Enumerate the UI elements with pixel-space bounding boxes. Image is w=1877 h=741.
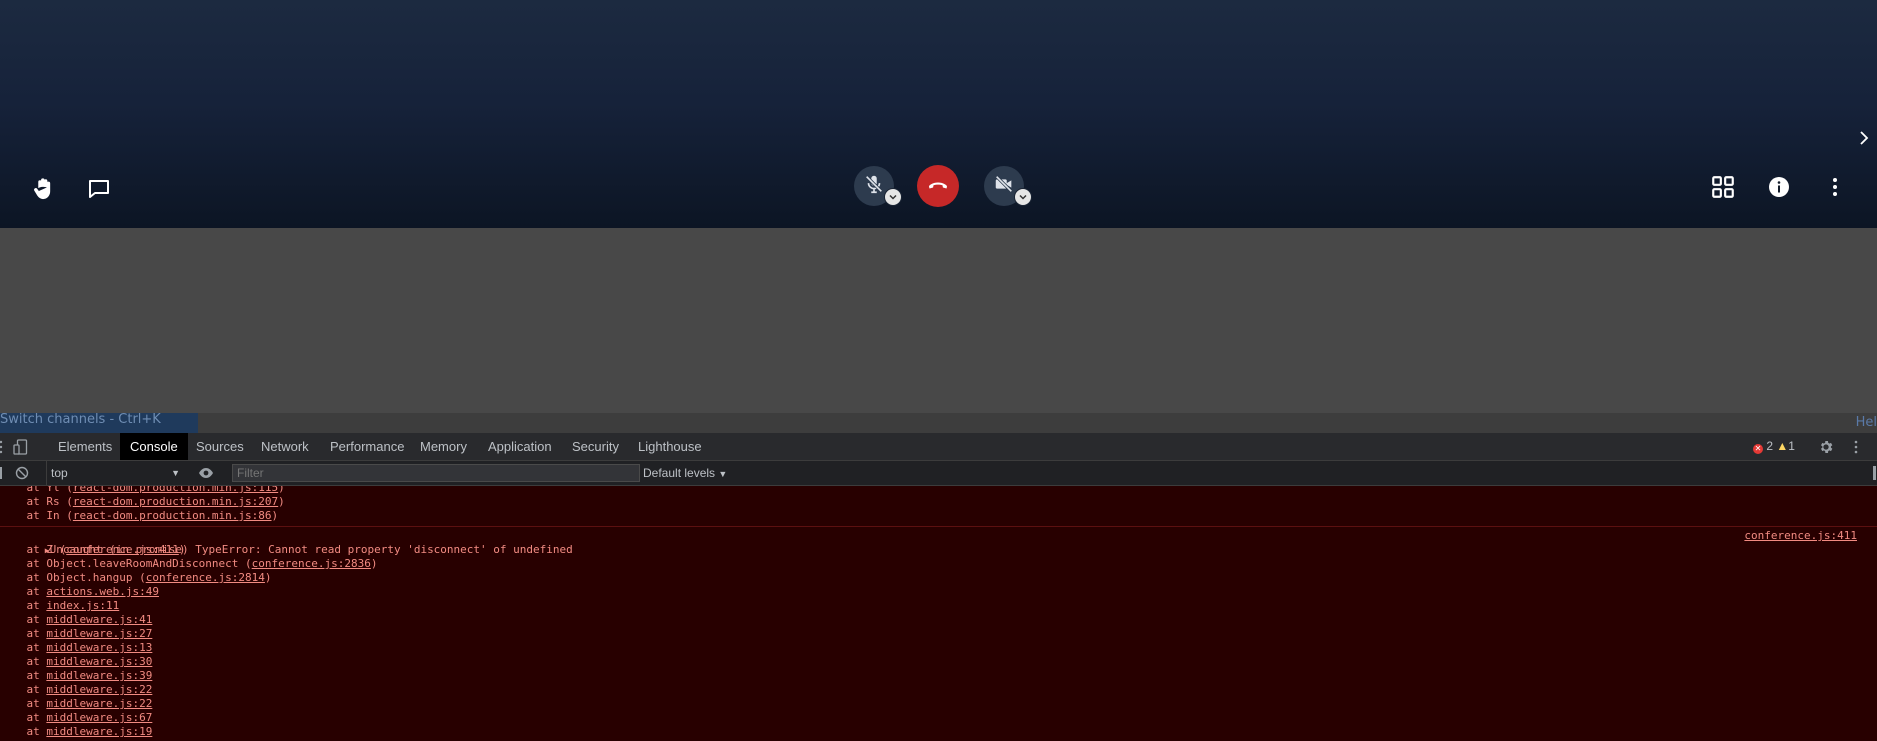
error-count: 2 [1766,439,1774,453]
switch-channels-hint: Switch channels - Ctrl+K [0,413,198,433]
source-link[interactable]: middleware.js:22 [46,697,152,710]
help-link[interactable]: Hel [1856,415,1877,430]
error-message[interactable]: ▶Uncaught (in promise) TypeError: Cannot… [0,529,573,556]
chevron-down-icon [889,194,897,200]
stack-line: at actions.web.js:49 [0,585,159,598]
source-link[interactable]: conference.js:2814 [146,571,265,584]
source-link[interactable]: conference.js:411 [66,543,179,556]
context-value: top [51,466,68,480]
eye-icon[interactable] [197,465,215,481]
tab-application[interactable]: Application [478,433,562,460]
source-link[interactable]: middleware.js:67 [46,711,152,724]
audio-options-button[interactable] [884,188,902,206]
drag-handle-icon[interactable] [0,439,4,455]
tab-elements[interactable]: Elements [48,433,122,460]
source-link[interactable]: middleware.js:27 [46,627,152,640]
stack-line: at Object.leaveRoomAndDisconnect (confer… [0,557,378,570]
console-filterbar: top ▼ Default levels ▼ [0,461,1877,486]
tab-lighthouse[interactable]: Lighthouse [628,433,712,460]
tab-security[interactable]: Security [562,433,629,460]
source-link[interactable]: middleware.js:39 [46,669,152,682]
console-filter-input[interactable] [232,464,640,482]
stack-line: at middleware.js:41 [0,613,153,626]
tab-performance[interactable]: Performance [320,433,414,460]
log-levels-value: Default levels [643,466,716,480]
stack-line: at Yl (react-dom.production.min.js:115) [0,486,284,495]
source-link[interactable]: conference.js:2836 [252,557,371,570]
stack-line: at middleware.js:30 [0,655,153,668]
device-toggle-icon[interactable] [12,438,32,456]
source-link[interactable]: middleware.js:22 [46,683,152,696]
tile-view-icon[interactable] [1707,171,1739,203]
info-icon[interactable] [1763,171,1795,203]
stack-line: at middleware.js:19 [0,725,153,738]
context-selector[interactable]: top ▼ [46,461,186,485]
hangup-icon [926,172,950,200]
error-icon: ✕ [1753,444,1763,454]
partial-overlay-strip: Switch channels - Ctrl+K Hel [0,413,1877,433]
error-source-link[interactable]: conference.js:411 [1744,529,1857,543]
devtools-panel: Elements Console Sources Network Perform… [0,433,1877,741]
stack-line: at Rs (react-dom.production.min.js:207) [0,495,285,508]
stack-line: at middleware.js:22 [0,697,153,710]
source-link[interactable]: index.js:11 [46,599,119,612]
console-output: at Yl (react-dom.production.min.js:115) … [0,486,1877,741]
stack-line: at index.js:11 [0,599,120,612]
console-settings-icon[interactable] [1873,466,1876,480]
issues-counter[interactable]: ✕ 2 ▲1 [1753,433,1795,460]
source-link[interactable]: middleware.js:13 [46,641,152,654]
warning-icon: ▲ [1776,439,1789,453]
devtools-more-icon[interactable] [1846,437,1866,457]
stack-line: at Object.hangup (conference.js:2814) [0,571,272,584]
source-link[interactable]: react-dom.production.min.js:86 [73,509,272,522]
source-link[interactable]: react-dom.production.min.js:207 [73,495,278,508]
call-area [0,0,1877,228]
stack-line: at middleware.js:39 [0,669,153,682]
tab-sources[interactable]: Sources [186,433,254,460]
sidebar-toggle-icon[interactable] [0,467,2,479]
log-levels-dropdown[interactable]: Default levels ▼ [643,461,727,485]
stack-line: at middleware.js:67 [0,711,153,724]
stack-line: at middleware.js:27 [0,627,153,640]
stack-line: at middleware.js:22 [0,683,153,696]
hangup-button[interactable] [917,165,959,207]
source-link[interactable]: react-dom.production.min.js:115 [73,486,278,494]
tab-network[interactable]: Network [251,433,319,460]
chevron-down-icon [1019,194,1027,200]
raise-hand-icon[interactable] [28,173,60,205]
camera-off-icon [993,173,1015,199]
chat-icon[interactable] [83,173,115,205]
video-options-button[interactable] [1014,188,1032,206]
devtools-tabbar: Elements Console Sources Network Perform… [0,433,1877,461]
stack-line: at Z (conference.js:411) [0,543,186,556]
clear-console-icon[interactable] [14,465,30,481]
stack-line: at In (react-dom.production.min.js:86) [0,509,279,522]
settings-gear-icon[interactable] [1816,437,1836,457]
source-link[interactable]: actions.web.js:49 [46,585,159,598]
source-link[interactable]: middleware.js:30 [46,655,152,668]
stack-line: at middleware.js:13 [0,641,153,654]
source-link[interactable]: middleware.js:41 [46,613,152,626]
dropdown-arrow-icon: ▼ [718,469,728,479]
tab-memory[interactable]: Memory [410,433,477,460]
more-icon[interactable] [1819,171,1851,203]
tab-console[interactable]: Console [120,433,188,460]
warning-count: 1 [1788,439,1795,453]
participant-area [0,228,1877,413]
chevron-right-icon[interactable] [1856,128,1872,148]
message-separator [0,526,1877,527]
dropdown-arrow-icon: ▼ [171,468,180,478]
source-link[interactable]: middleware.js:19 [46,725,152,738]
microphone-off-icon [863,173,885,199]
